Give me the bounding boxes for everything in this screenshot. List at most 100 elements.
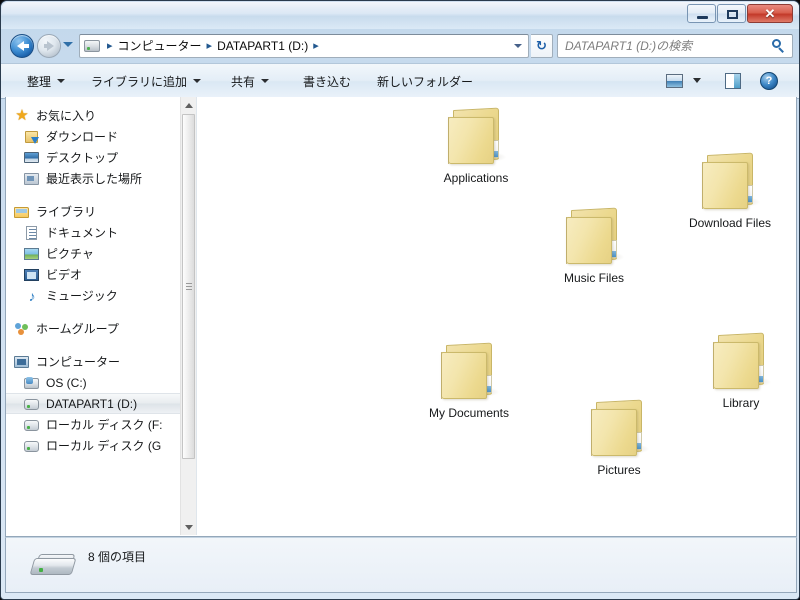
homegroup-icon [14, 321, 30, 337]
sidebar-item--[interactable]: ドキュメント [6, 222, 182, 243]
folder-item-music-files[interactable]: Music Files [540, 201, 648, 287]
sidebar-item--[interactable]: ライブラリ [6, 201, 182, 222]
sidebar-item-label: OS (C:) [46, 375, 87, 390]
scroll-down-button[interactable] [181, 519, 196, 535]
back-button[interactable] [10, 34, 34, 58]
folder-item-applications[interactable]: Applications [422, 101, 530, 187]
preview-pane-button[interactable] [721, 70, 745, 92]
view-chevron-down-icon[interactable] [693, 78, 701, 83]
toolbar-item-share[interactable]: 共有 [223, 70, 277, 92]
sidebar-item--[interactable]: ホームグループ [6, 318, 182, 339]
chevron-down-icon [57, 79, 66, 83]
forward-button[interactable] [37, 34, 61, 58]
folder-label: My Documents [428, 406, 510, 420]
navigation-scrollbar[interactable] [180, 97, 196, 535]
toolbar-item-burn[interactable]: 書き込む [295, 70, 359, 92]
sidebar-item-label: ホームグループ [36, 322, 119, 336]
scrollbar-thumb[interactable] [182, 114, 195, 459]
folder-item-pictures[interactable]: Pictures [565, 393, 673, 479]
command-toolbar: 整理 ライブラリに追加 共有 書き込む 新しいフォルダー ? [1, 63, 799, 99]
help-icon: ? [760, 72, 778, 90]
toolbar-item-new-folder[interactable]: 新しいフォルダー [369, 70, 481, 92]
refresh-icon: ↻ [536, 38, 547, 53]
sidebar-item-datapart1-d-[interactable]: DATAPART1 (D:) [6, 393, 182, 414]
videos-icon [24, 267, 40, 283]
recent-places-icon [24, 171, 40, 187]
sidebar-item-label: ローカル ディスク (F: [46, 418, 163, 432]
recent-pages-chevron-down-icon[interactable] [63, 42, 73, 47]
file-list-view[interactable]: ApplicationsDownload FilesMail DataMusic… [197, 97, 796, 535]
toolbar-item-add-to-library[interactable]: ライブラリに追加 [83, 70, 209, 92]
scroll-up-button[interactable] [181, 97, 196, 113]
search-input[interactable]: DATAPART1 (D:)の検索 [557, 34, 793, 58]
sidebar-item--g[interactable]: ローカル ディスク (G [6, 435, 182, 456]
breadcrumb-item-datapart1[interactable]: DATAPART1 (D:) [217, 35, 308, 57]
folder-item-my-documents[interactable]: My Documents [415, 336, 523, 422]
sidebar-item-label: コンピューター [36, 355, 121, 369]
folder-icon [698, 152, 762, 212]
item-count-label: 8 個の項目 [88, 550, 147, 564]
folder-icon [562, 207, 626, 267]
sidebar-item-label: お気に入り [36, 109, 97, 123]
toolbar-item-label: 書き込む [303, 74, 352, 89]
maximize-button[interactable] [717, 4, 746, 23]
sidebar-item-os-c-[interactable]: OS (C:) [6, 372, 182, 393]
refresh-button[interactable]: ↻ [531, 34, 553, 58]
sidebar-item--[interactable]: コンピューター [6, 351, 182, 372]
close-button[interactable]: ✕ [747, 4, 793, 23]
chevron-down-icon [193, 79, 202, 83]
breadcrumb-item-computer[interactable]: コンピューター [118, 35, 202, 57]
folder-icon [709, 332, 773, 392]
sidebar-item--[interactable]: ピクチャ [6, 243, 182, 264]
close-icon: ✕ [764, 6, 776, 21]
sidebar-item--f-[interactable]: ローカル ディスク (F: [6, 414, 182, 435]
nav-group-gap [6, 189, 182, 201]
help-label: ? [765, 75, 773, 87]
drive-icon [24, 417, 40, 433]
navigation-pane: ★ お気に入りダウンロード デスクトップ最近表示した場所ライブラリドキュメント ピクチ… [6, 97, 197, 535]
sidebar-item-label: ピクチャ [46, 247, 94, 261]
sidebar-item--[interactable]: ビデオ [6, 264, 182, 285]
status-bar: 8 個の項目 [5, 537, 797, 593]
desktop-icon [24, 150, 40, 166]
help-button[interactable]: ? [758, 70, 780, 92]
sidebar-item-label: デスクトップ [46, 151, 119, 165]
sidebar-item-label: DATAPART1 (D:) [46, 396, 138, 411]
sidebar-item--[interactable]: 最近表示した場所 [6, 168, 182, 189]
folder-label: Music Files [563, 271, 624, 285]
chevron-down-icon [185, 525, 193, 530]
sidebar-item-label: ビデオ [46, 268, 83, 282]
breadcrumb: ▸ コンピューター ▸ DATAPART1 (D:) ▸ [84, 35, 324, 57]
breadcrumb-separator: ▸ [107, 40, 113, 52]
toolbar-item-label: 新しいフォルダー [377, 74, 474, 89]
sidebar-item--[interactable]: ★ お気に入り [6, 105, 182, 126]
scrollbar-grip-icon [186, 282, 192, 284]
breadcrumb-drive-icon [84, 40, 100, 52]
minimize-icon [697, 16, 708, 19]
library-icon [14, 204, 30, 220]
sidebar-item--[interactable]: デスクトップ [6, 147, 182, 168]
address-history-chevron-down-icon[interactable] [514, 44, 522, 48]
computer-icon [14, 354, 30, 370]
search-icon [772, 39, 786, 53]
sidebar-item--[interactable]: ♪ ミュージック [6, 285, 182, 306]
folder-item-download-files[interactable]: Download Files [676, 146, 784, 232]
drive-icon [24, 438, 40, 454]
address-bar[interactable]: ▸ コンピューター ▸ DATAPART1 (D:) ▸ [79, 34, 529, 58]
breadcrumb-separator: ▸ [313, 40, 319, 52]
folder-icon [587, 399, 651, 459]
chevron-down-icon [261, 79, 270, 83]
change-view-button[interactable] [663, 70, 687, 92]
folder-label: Pictures [597, 463, 641, 477]
view-layout-icon [666, 74, 683, 88]
sidebar-item-label: ドキュメント [46, 226, 119, 240]
sidebar-item-label: ダウンロード [46, 130, 119, 144]
pictures-icon [24, 246, 40, 262]
folder-item-library[interactable]: Library [687, 326, 795, 412]
sidebar-item--[interactable]: ダウンロード [6, 126, 182, 147]
back-arrow-stem [23, 44, 29, 48]
sidebar-item-label: 最近表示した場所 [46, 172, 143, 186]
minimize-button[interactable] [687, 4, 716, 23]
toolbar-item-organize[interactable]: 整理 [19, 70, 73, 92]
preview-pane-icon [725, 73, 741, 89]
